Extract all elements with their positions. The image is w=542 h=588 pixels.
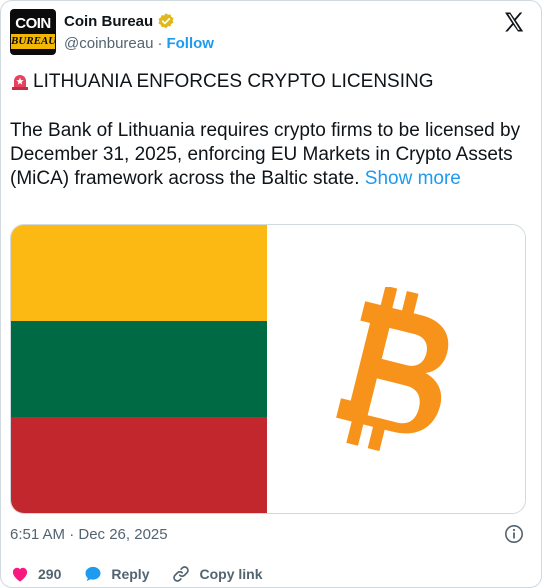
heart-icon: [12, 567, 28, 582]
post-body: The Bank of Lithuania requires crypto fi…: [10, 119, 526, 191]
reply-bubble-icon: [85, 566, 101, 582]
timestamp-row: 6:51 AM · Dec 26, 2025: [10, 523, 526, 545]
action-bar: 290 Reply Copy link: [10, 563, 526, 585]
like-button[interactable]: 290: [10, 564, 61, 584]
verified-badge-icon: [157, 12, 175, 30]
link-icon: [173, 566, 190, 582]
flag-stripe-green: [11, 321, 267, 417]
tweet-header: COIN BUREAU Coin Bureau @coinbureau · Fo…: [10, 9, 534, 57]
avatar-text-top: COIN: [15, 15, 51, 32]
reply-label: Reply: [111, 566, 150, 582]
copy-link-label: Copy link: [199, 566, 263, 582]
info-icon[interactable]: [504, 524, 524, 544]
avatar-text-bottom: BUREAU: [11, 34, 56, 49]
name-row: Coin Bureau: [64, 11, 175, 31]
x-logo-icon[interactable]: [502, 10, 526, 34]
bitcoin-panel: [267, 225, 525, 513]
siren-icon: [10, 72, 30, 92]
headline-text: LITHUANIA ENFORCES CRYPTO LICENSING: [33, 71, 434, 92]
timestamp[interactable]: 6:51 AM · Dec 26, 2025: [10, 526, 168, 543]
bitcoin-icon: [336, 287, 449, 452]
flag-stripe-red: [11, 417, 267, 513]
lithuania-flag: [11, 225, 267, 513]
handle-row: @coinbureau · Follow: [64, 33, 214, 53]
display-name[interactable]: Coin Bureau: [64, 13, 153, 30]
copy-link-button[interactable]: Copy link: [171, 564, 263, 584]
avatar[interactable]: COIN BUREAU: [10, 9, 56, 55]
post-image[interactable]: [10, 224, 526, 514]
handle[interactable]: @coinbureau: [64, 35, 153, 52]
post-headline: LITHUANIA ENFORCES CRYPTO LICENSING: [10, 71, 530, 93]
flag-stripe-yellow: [11, 225, 267, 321]
show-more-link[interactable]: Show more: [365, 168, 461, 189]
separator: ·: [157, 34, 163, 52]
tweet-card: COIN BUREAU Coin Bureau @coinbureau · Fo…: [0, 0, 542, 588]
like-count: 290: [38, 566, 62, 582]
follow-button[interactable]: Follow: [166, 35, 214, 52]
reply-button[interactable]: Reply: [83, 564, 149, 584]
